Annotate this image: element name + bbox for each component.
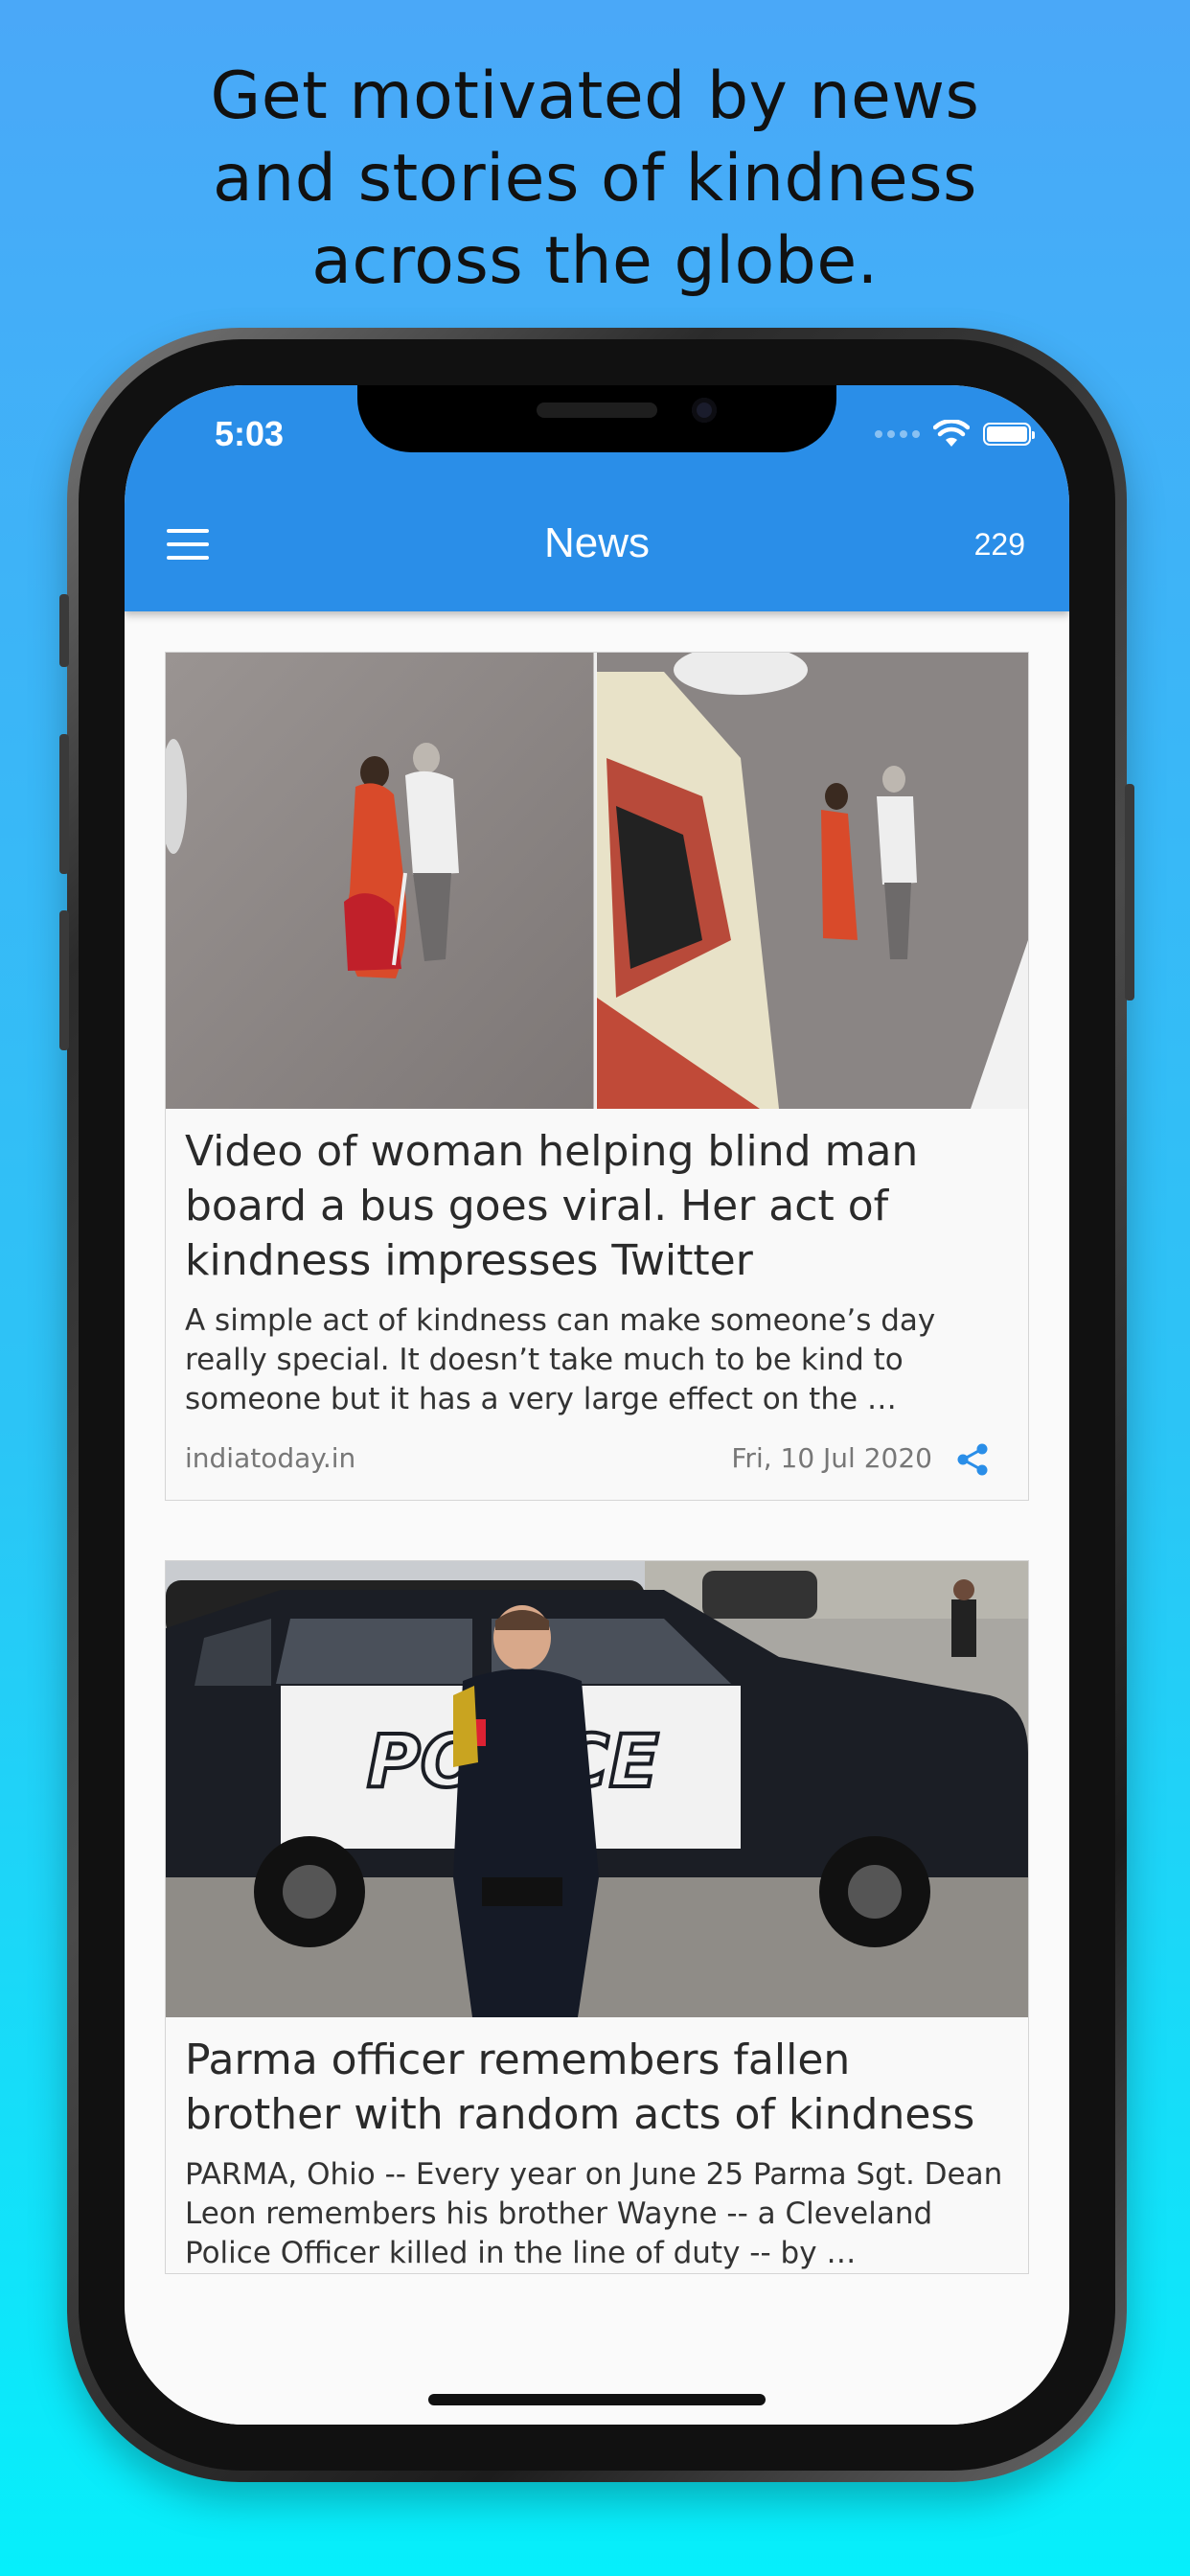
home-indicator[interactable] [428, 2394, 766, 2405]
battery-icon [983, 423, 1035, 446]
status-time: 5:03 [215, 414, 285, 453]
promo-headline-line: Get motivated by news [210, 58, 980, 134]
article-date: Fri, 10 Jul 2020 [731, 1442, 932, 1474]
notch [357, 385, 836, 452]
phone-power-button [1125, 784, 1134, 1000]
article-image[interactable] [166, 653, 1028, 1109]
front-camera [692, 398, 717, 423]
article-count: 229 [973, 527, 1025, 562]
bottom-safe-area [125, 2352, 1069, 2425]
article-title[interactable]: Video of woman helping blind man board a… [185, 1109, 1009, 1288]
promo-headline-line: and stories of kindness [213, 141, 977, 217]
wifi-icon [933, 420, 970, 447]
promo-headline: Get motivated by news and stories of kin… [0, 56, 1190, 303]
news-card[interactable]: Video of woman helping blind man board a… [165, 652, 1029, 1501]
news-card[interactable]: POLICE Parma officer remembers fallen br… [165, 1560, 1029, 2274]
article-description: A simple act of kindness can make someon… [185, 1303, 936, 1416]
app-title: News [543, 519, 651, 566]
article-image[interactable]: POLICE [166, 1561, 1028, 2017]
signal-icon [875, 430, 920, 438]
status-icons [875, 420, 1035, 448]
article-description: PARMA, Ohio -- Every year on June 25 Par… [185, 2157, 1003, 2270]
speaker-grille [537, 402, 657, 418]
phone-volume-up-button [59, 734, 69, 874]
share-icon[interactable] [955, 1442, 990, 1477]
article-source: indiatoday.in [185, 1442, 356, 1474]
article-title[interactable]: Parma officer remembers fallen brother w… [185, 2017, 1009, 2142]
phone-screen: 5:03 News 229 Video of woman helping bli… [125, 385, 1069, 2425]
phone-side-button [59, 594, 69, 667]
phone-volume-down-button [59, 910, 69, 1050]
article-footer: indiatoday.in Fri, 10 Jul 2020 [185, 1425, 1009, 1500]
promo-headline-line: across the globe. [311, 223, 879, 299]
